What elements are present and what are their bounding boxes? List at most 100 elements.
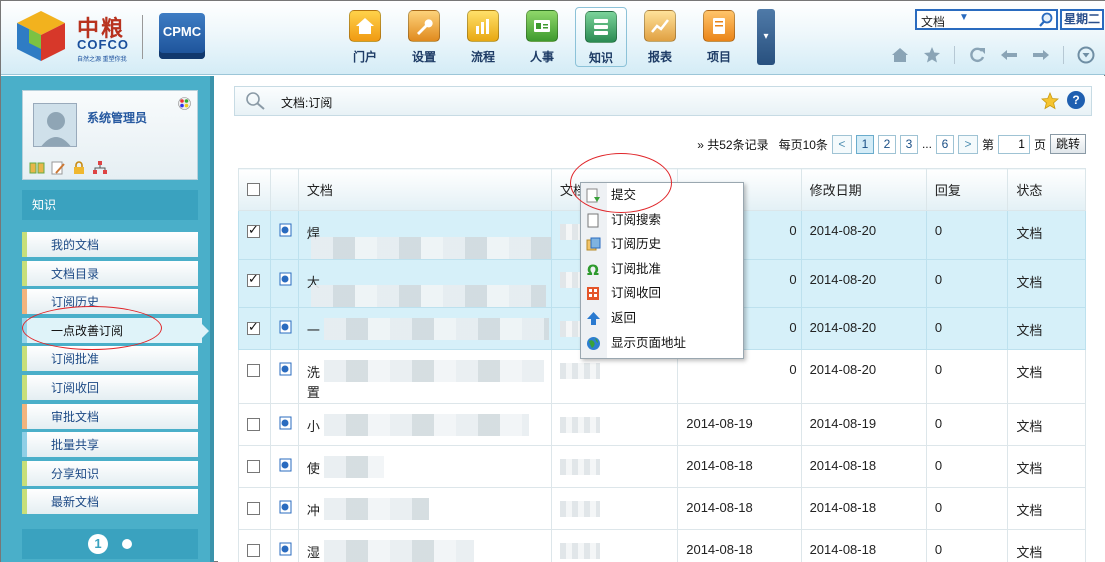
id-card-icon bbox=[526, 10, 558, 42]
magnifier-doc-icon bbox=[246, 92, 265, 110]
nav-knowledge[interactable]: 知识 bbox=[575, 7, 627, 67]
nav-label: 人事 bbox=[529, 50, 554, 64]
sidebar-page-current[interactable]: 1 bbox=[88, 534, 108, 554]
row-title[interactable]: 湿 bbox=[297, 529, 552, 562]
ctx-subscription-recall[interactable]: 订阅收回 bbox=[581, 281, 743, 306]
table-row[interactable]: 小 2014-08-19 2014-08-19 0 文档 bbox=[238, 403, 1086, 447]
sidebar-item-improvement-subscription[interactable]: 一点改善订阅 bbox=[22, 317, 209, 343]
row-title[interactable]: 一 bbox=[297, 307, 552, 351]
next-page-button[interactable]: > bbox=[957, 134, 978, 154]
edit-note-icon[interactable] bbox=[50, 161, 66, 175]
dropdown-caret-icon[interactable]: ▼ bbox=[959, 12, 969, 23]
table-row[interactable]: 使 2014-08-18 2014-08-18 0 文档 bbox=[238, 445, 1086, 489]
sidebar-item-document-catalog[interactable]: 文档目录 bbox=[22, 260, 198, 286]
select-all-checkbox[interactable] bbox=[247, 182, 260, 196]
row-doc-number bbox=[550, 403, 679, 447]
row-checkbox-cell[interactable] bbox=[238, 487, 271, 531]
page-button[interactable]: 2 bbox=[877, 134, 896, 154]
menu-circle-icon[interactable] bbox=[1076, 45, 1096, 65]
search-box[interactable]: 文档 ▼ bbox=[915, 9, 1058, 30]
page-button[interactable]: 6 bbox=[935, 134, 954, 154]
row-title[interactable]: 焊 bbox=[297, 210, 552, 260]
table-row[interactable]: 湿 2014-08-18 2014-08-18 0 文档 bbox=[238, 529, 1086, 562]
sidebar-item-share-knowledge[interactable]: 分享知识 bbox=[22, 460, 198, 486]
search-icon[interactable] bbox=[1038, 12, 1054, 28]
nav-reports[interactable]: 报表 bbox=[636, 7, 684, 67]
sidebar-item-batch-share[interactable]: 批量共享 bbox=[22, 432, 198, 458]
book-icon[interactable] bbox=[29, 161, 45, 175]
refresh-icon[interactable] bbox=[967, 45, 987, 65]
nav-settings[interactable]: 设置 bbox=[400, 7, 448, 67]
help-icon[interactable]: ? bbox=[1067, 91, 1085, 109]
user-profile-card: 系统管理员 bbox=[22, 90, 198, 180]
column-header-replies[interactable]: 回复 bbox=[925, 168, 1009, 211]
row-created: 2014-08-18 bbox=[677, 529, 802, 562]
nav-hr[interactable]: 人事 bbox=[518, 7, 566, 67]
row-checkbox[interactable] bbox=[247, 319, 260, 336]
row-checkbox-cell[interactable] bbox=[238, 445, 271, 489]
sidebar-item-subscription-history[interactable]: 订阅历史 bbox=[22, 289, 198, 315]
table-row[interactable]: 冲 2014-08-18 2014-08-18 0 文档 bbox=[238, 487, 1086, 531]
row-checkbox[interactable] bbox=[247, 222, 260, 238]
row-replies: 0 bbox=[925, 210, 1009, 260]
nav-workflow[interactable]: 流程 bbox=[459, 7, 507, 67]
row-checkbox-cell[interactable] bbox=[238, 403, 271, 447]
row-checkbox-cell[interactable] bbox=[238, 529, 271, 562]
row-modified: 2014-08-18 bbox=[800, 445, 927, 489]
ctx-submit[interactable]: 提交 bbox=[581, 183, 743, 208]
row-title[interactable]: 洗置 bbox=[297, 349, 552, 405]
page-button[interactable]: 3 bbox=[899, 134, 918, 154]
row-title[interactable]: 使 bbox=[297, 445, 552, 489]
row-title[interactable]: 小 bbox=[297, 403, 552, 447]
sidebar-item-approve-documents[interactable]: 审批文档 bbox=[22, 403, 198, 429]
favorite-star-icon[interactable] bbox=[1041, 92, 1059, 110]
row-status: 文档 bbox=[1007, 307, 1086, 351]
ctx-subscription-approval[interactable]: Ω 订阅批准 bbox=[581, 257, 743, 282]
row-checkbox[interactable] bbox=[247, 460, 260, 474]
select-all-cell[interactable] bbox=[238, 168, 271, 211]
row-checkbox-cell[interactable] bbox=[238, 307, 271, 351]
org-chart-icon[interactable] bbox=[92, 161, 108, 175]
search-scope-select[interactable]: 文档 bbox=[921, 13, 945, 30]
sidebar-item-subscription-approval[interactable]: 订阅批准 bbox=[22, 346, 198, 372]
profile-shortcuts bbox=[29, 161, 108, 175]
forward-icon[interactable] bbox=[1031, 45, 1051, 65]
ctx-subscription-history[interactable]: 订阅历史 bbox=[581, 232, 743, 257]
row-checkbox[interactable] bbox=[247, 418, 260, 432]
sidebar-item-latest-documents[interactable]: 最新文档 bbox=[22, 489, 198, 515]
goto-page-input[interactable] bbox=[997, 134, 1030, 154]
home-icon[interactable] bbox=[890, 45, 910, 65]
sidebar-page-dot[interactable] bbox=[122, 539, 132, 549]
row-checkbox[interactable] bbox=[247, 544, 260, 558]
sidebar-menu: 我的文档 文档目录 订阅历史 一点改善订阅 订阅批准 订阅收回 审批文档 批量共… bbox=[22, 232, 209, 518]
ctx-return[interactable]: 返回 bbox=[581, 306, 743, 331]
document-icon bbox=[279, 416, 292, 430]
row-checkbox[interactable] bbox=[247, 271, 260, 287]
back-icon[interactable] bbox=[999, 45, 1019, 65]
lock-icon[interactable] bbox=[71, 161, 87, 175]
row-title[interactable]: 大 bbox=[297, 258, 552, 309]
sidebar-item-my-documents[interactable]: 我的文档 bbox=[22, 232, 198, 257]
row-checkbox-cell[interactable] bbox=[238, 349, 271, 405]
ctx-subscription-search[interactable]: 订阅搜索 bbox=[581, 208, 743, 233]
column-header-title[interactable]: 文档 bbox=[297, 168, 552, 211]
row-checkbox[interactable] bbox=[247, 502, 260, 516]
nav-more-button[interactable]: ▾ bbox=[757, 9, 775, 65]
row-checkbox[interactable] bbox=[247, 364, 260, 378]
prev-page-button[interactable]: < bbox=[831, 134, 852, 154]
row-title[interactable]: 冲 bbox=[297, 487, 552, 531]
column-header-modified[interactable]: 修改日期 bbox=[800, 168, 927, 211]
page-button[interactable]: 1 bbox=[855, 134, 874, 154]
goto-button[interactable]: 跳转 bbox=[1049, 134, 1086, 154]
nav-projects[interactable]: 项目 bbox=[695, 7, 743, 67]
sidebar-item-subscription-recall[interactable]: 订阅收回 bbox=[22, 374, 198, 400]
avatar[interactable] bbox=[33, 103, 77, 147]
column-header-status[interactable]: 状态 bbox=[1007, 168, 1086, 211]
ctx-show-page-url[interactable]: 显示页面地址 bbox=[581, 331, 743, 356]
row-replies: 0 bbox=[925, 258, 1009, 309]
row-checkbox-cell[interactable] bbox=[238, 210, 271, 260]
row-checkbox-cell[interactable] bbox=[238, 258, 271, 309]
star-icon[interactable] bbox=[922, 45, 942, 65]
theme-palette-icon[interactable] bbox=[178, 97, 191, 110]
nav-portal[interactable]: 门户 bbox=[341, 7, 389, 67]
